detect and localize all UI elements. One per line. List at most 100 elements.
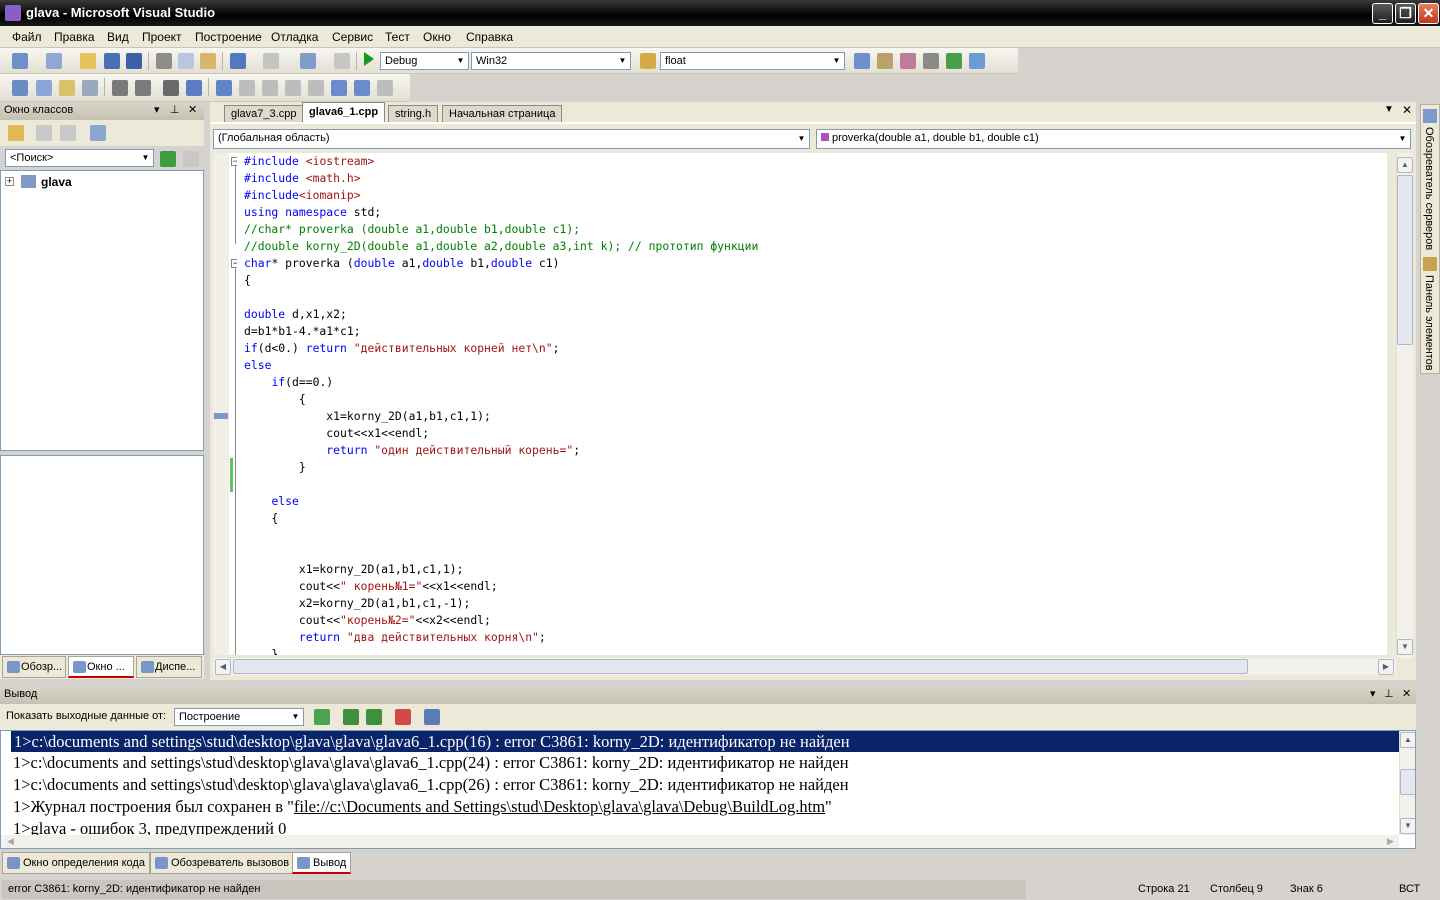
- find-in-files-icon[interactable]: [640, 53, 656, 69]
- class-search-input[interactable]: <Поиск> ▼: [5, 149, 154, 167]
- output-line[interactable]: 1>c:\documents and settings\stud\desktop…: [13, 752, 849, 773]
- complete-word-icon[interactable]: [82, 80, 98, 96]
- next-bookmark-doc-icon[interactable]: [354, 80, 370, 96]
- output-close-icon[interactable]: ✕: [1402, 687, 1411, 700]
- tab-string-h[interactable]: string.h: [388, 105, 439, 122]
- prev-bookmark-doc-icon[interactable]: [331, 80, 347, 96]
- open-file-icon[interactable]: [80, 53, 96, 69]
- menu-debug[interactable]: Отладка: [271, 30, 318, 44]
- navigate-forward-icon[interactable]: [334, 53, 350, 69]
- expand-icon[interactable]: +: [5, 177, 14, 186]
- menu-view[interactable]: Вид: [107, 30, 129, 44]
- code-line[interactable]: }: [244, 459, 306, 476]
- save-icon[interactable]: [104, 53, 120, 69]
- prev-bookmark-icon[interactable]: [239, 80, 255, 96]
- undo-icon[interactable]: [230, 53, 246, 69]
- code-line[interactable]: return "два действительных корня\n";: [244, 629, 546, 646]
- scroll-left-icon[interactable]: ◀: [215, 659, 231, 675]
- next-bookmark-icon[interactable]: [262, 80, 278, 96]
- menu-edit[interactable]: Правка: [54, 30, 95, 44]
- save-all-icon[interactable]: [126, 53, 142, 69]
- close-panel-icon[interactable]: ✕: [188, 103, 197, 116]
- tab-object-browser[interactable]: Обозр...: [2, 656, 66, 678]
- toggle-bookmark-icon[interactable]: [216, 80, 232, 96]
- find-message-icon[interactable]: [314, 709, 330, 725]
- clear-search-icon[interactable]: [183, 151, 199, 167]
- start-page-icon[interactable]: [946, 53, 962, 69]
- quick-info-icon[interactable]: [59, 80, 75, 96]
- output-line[interactable]: 1>Журнал построения был сохранен в "file…: [13, 796, 832, 817]
- code-line[interactable]: else: [244, 493, 298, 510]
- code-line[interactable]: {: [244, 272, 251, 289]
- code-editor[interactable]: #include <iostream> #include <math.h> #inc…: [237, 153, 1387, 655]
- close-document-icon[interactable]: ✕: [1402, 103, 1412, 117]
- editor-vertical-scrollbar[interactable]: ▲ ▼: [1396, 153, 1413, 658]
- tab-server-explorer[interactable]: Обозреватель серверов: [1423, 127, 1435, 250]
- code-line[interactable]: x1=korny_2D(a1,b1,c1,1);: [244, 408, 491, 425]
- tab-property-manager[interactable]: Диспе...: [136, 656, 202, 678]
- code-line[interactable]: //double korny_2D(double a1,double a2,do…: [244, 238, 758, 255]
- restore-button[interactable]: ❐: [1395, 3, 1416, 24]
- output-pane[interactable]: 1>c:\documents and settings\stud\desktop…: [0, 730, 1416, 849]
- tab-glava7-3[interactable]: glava7_3.cpp: [224, 105, 304, 122]
- parameter-info-icon[interactable]: [36, 80, 52, 96]
- scope-select[interactable]: (Глобальная область) ▼: [213, 129, 810, 149]
- menu-project[interactable]: Проект: [142, 30, 182, 44]
- output-line[interactable]: 1>c:\documents and settings\stud\desktop…: [11, 731, 1399, 752]
- clear-all-icon[interactable]: [395, 709, 411, 725]
- code-line[interactable]: #include <math.h>: [244, 170, 361, 187]
- forward-icon[interactable]: [60, 125, 76, 141]
- tab-start-page[interactable]: Начальная страница: [442, 105, 563, 122]
- find-combo[interactable]: float ▼: [660, 52, 845, 70]
- code-line[interactable]: {: [244, 391, 306, 408]
- output-pin-icon[interactable]: ⊥: [1384, 687, 1394, 700]
- add-item-icon[interactable]: [46, 53, 62, 69]
- output-horizontal-scrollbar[interactable]: ◀ ▶: [1, 835, 1399, 848]
- navigate-backward-icon[interactable]: [300, 53, 316, 69]
- scroll-up-icon[interactable]: ▲: [1397, 157, 1413, 173]
- output-vertical-scrollbar[interactable]: ▲ ▼: [1399, 731, 1415, 835]
- code-line[interactable]: {: [244, 510, 278, 527]
- command-window-icon[interactable]: [969, 53, 985, 69]
- member-list-icon[interactable]: [12, 80, 28, 96]
- tab-list-icon[interactable]: ▼: [1384, 104, 1394, 115]
- code-line[interactable]: //char* proverka (double a1,double b1,do…: [244, 221, 580, 238]
- menu-test[interactable]: Тест: [385, 30, 410, 44]
- tab-code-definition[interactable]: Окно определения кода: [2, 852, 150, 874]
- output-line[interactable]: 1>c:\documents and settings\stud\desktop…: [13, 774, 849, 795]
- member-select[interactable]: proverka(double a1, double b1, double c1…: [816, 129, 1411, 149]
- word-wrap-icon[interactable]: [424, 709, 440, 725]
- solution-explorer-icon[interactable]: [854, 53, 870, 69]
- scroll-right-icon[interactable]: ▶: [1378, 659, 1394, 675]
- copy-icon[interactable]: [178, 53, 194, 69]
- code-line[interactable]: using namespace std;: [244, 204, 381, 221]
- output-scroll-left-icon[interactable]: ◀: [7, 836, 14, 847]
- menu-window[interactable]: Окно: [423, 30, 451, 44]
- code-line[interactable]: cout<<x1<<endl;: [244, 425, 429, 442]
- redo-icon[interactable]: [263, 53, 279, 69]
- code-line[interactable]: x2=korny_2D(a1,b1,c1,-1);: [244, 595, 470, 612]
- cut-icon[interactable]: [156, 53, 172, 69]
- output-scroll-up-icon[interactable]: ▲: [1400, 732, 1415, 748]
- menu-build[interactable]: Построение: [195, 30, 262, 44]
- tab-class-view[interactable]: Окно ...: [68, 656, 134, 678]
- platform-select[interactable]: Win32 ▼: [471, 52, 631, 70]
- new-project-icon[interactable]: [12, 53, 28, 69]
- tab-output[interactable]: Вывод: [292, 852, 352, 874]
- menu-file[interactable]: Файл: [12, 30, 42, 44]
- code-line[interactable]: else: [244, 357, 271, 374]
- code-line[interactable]: char* proverka (double a1,double b1,doub…: [244, 255, 560, 272]
- menu-help[interactable]: Справка: [466, 30, 513, 44]
- pin-icon[interactable]: ⊥: [170, 103, 180, 116]
- class-view-settings-icon[interactable]: [90, 125, 106, 141]
- output-source-select[interactable]: Построение ▼: [174, 708, 304, 726]
- tab-toolbox[interactable]: Панель элементов: [1423, 275, 1435, 371]
- uncomment-icon[interactable]: [186, 80, 202, 96]
- code-line[interactable]: return "один действительный корень=";: [244, 442, 580, 459]
- code-line[interactable]: cout<<" корень№1="<<x1<<endl;: [244, 578, 498, 595]
- output-scroll-down-icon[interactable]: ▼: [1400, 818, 1415, 834]
- tree-item-glava[interactable]: glava: [41, 175, 72, 189]
- search-go-icon[interactable]: [160, 151, 176, 167]
- close-button[interactable]: ✕: [1418, 3, 1439, 24]
- decrease-indent-icon[interactable]: [112, 80, 128, 96]
